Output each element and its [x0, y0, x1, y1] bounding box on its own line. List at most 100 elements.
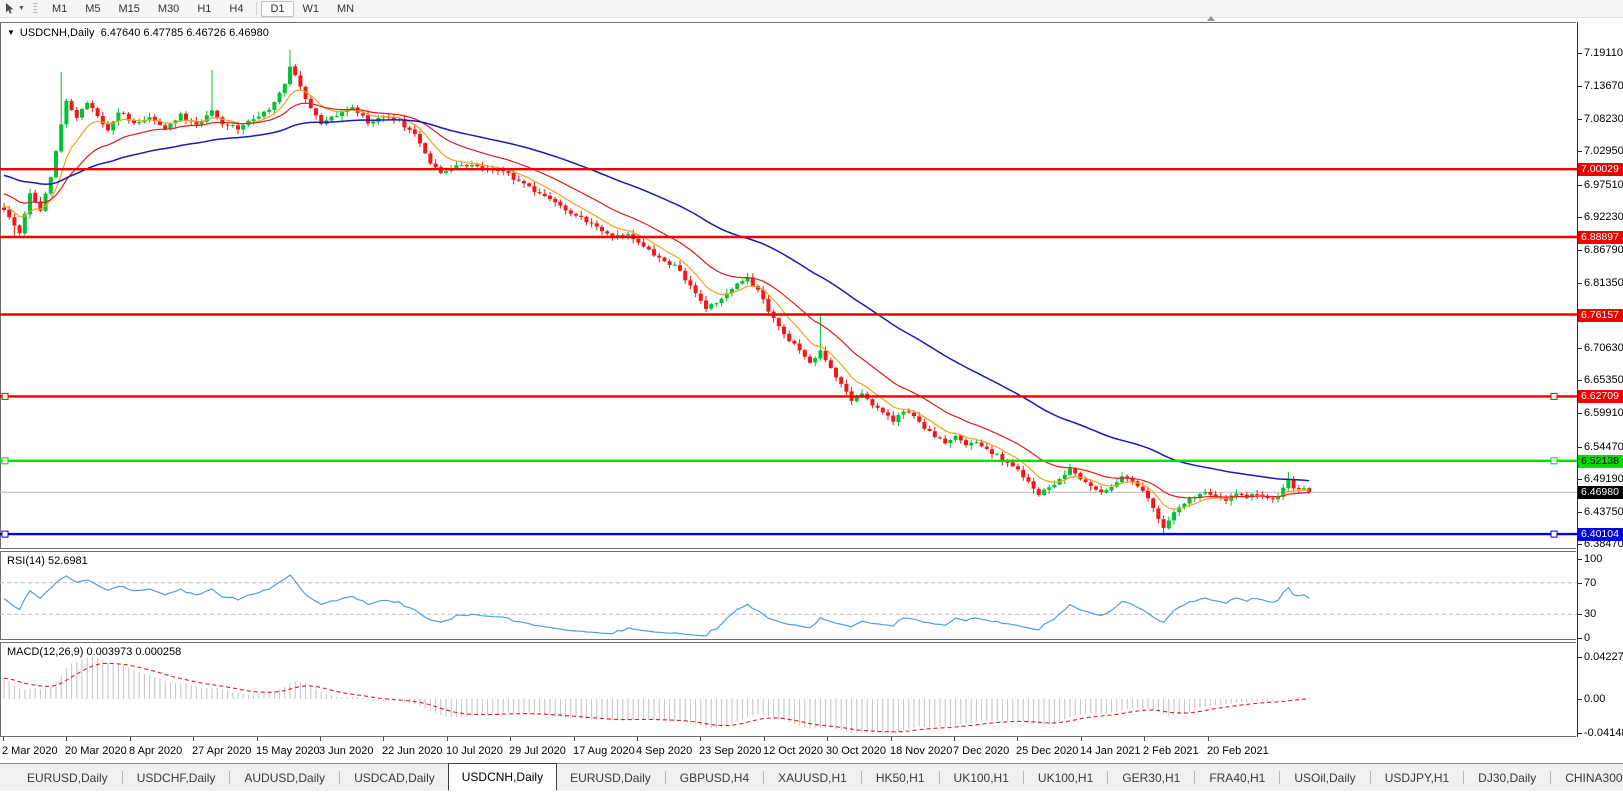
tab-separator [665, 771, 666, 784]
price-tick-label: 6.70630 [1584, 342, 1623, 354]
timeframe-button-w1[interactable]: W1 [294, 1, 329, 17]
date-tick-mark [827, 737, 828, 741]
main-chart-panel[interactable] [0, 22, 1576, 549]
tab-eurusd-daily[interactable]: EURUSD,Daily [14, 766, 121, 790]
bid-price-label: 6.46980 [1578, 486, 1623, 499]
price-tick-mark [1578, 185, 1582, 186]
price-tick-mark [1578, 217, 1582, 218]
tab-usdjpy-h1[interactable]: USDJPY,H1 [1372, 766, 1462, 790]
cursor-tool-icon[interactable] [3, 2, 16, 15]
tab-usdcnh-daily[interactable]: USDCNH,Daily [448, 763, 557, 791]
date-label: 8 Apr 2020 [129, 745, 182, 757]
timeframe-button-h1[interactable]: H1 [188, 1, 220, 17]
chart-tabs: EURUSD,DailyUSDCHF,DailyAUDUSD,DailyUSDC… [14, 764, 1623, 792]
rsi-tick-label: 0 [1584, 632, 1590, 644]
tab-xauusd-h1[interactable]: XAUUSD,H1 [765, 766, 860, 790]
price-tick-mark [1578, 86, 1582, 87]
chart-title: ▼USDCNH,Daily 6.47640 6.47785 6.46726 6.… [7, 27, 269, 39]
date-label: 29 Jul 2020 [509, 745, 566, 757]
rsi-panel[interactable] [0, 551, 1576, 640]
timeframe-button-h4[interactable]: H4 [220, 1, 252, 17]
macd-tick-label: 0.00 [1584, 693, 1605, 705]
tab-separator [939, 771, 940, 784]
rsi-tick-label: 30 [1584, 608, 1596, 620]
price-tick-mark [1578, 380, 1582, 381]
rsi-label: RSI(14) 52.6981 [7, 555, 88, 567]
price-tick-label: 7.08230 [1584, 113, 1623, 125]
price-tick-label: 7.02950 [1584, 145, 1623, 157]
timeframe-button-m5[interactable]: M5 [76, 1, 109, 17]
price-tick-mark [1578, 512, 1582, 513]
date-tick-mark [1017, 737, 1018, 741]
hline-price-label[interactable]: 6.62709 [1578, 390, 1623, 403]
date-tick-mark [700, 737, 701, 741]
date-label: 17 Aug 2020 [573, 745, 635, 757]
date-label: 20 Feb 2021 [1207, 745, 1269, 757]
timeframe-button-m1[interactable]: M1 [43, 1, 76, 17]
hline-price-label[interactable]: 6.88897 [1578, 231, 1623, 244]
toolbar-grip[interactable] [33, 3, 37, 15]
tab-uk100-h1[interactable]: UK100,H1 [1025, 766, 1106, 790]
date-tick-mark [954, 737, 955, 741]
tab-dj30-daily[interactable]: DJ30,Daily [1465, 766, 1549, 790]
tab-separator [763, 771, 764, 784]
price-tick-mark [1578, 250, 1582, 251]
tab-ger30-h1[interactable]: GER30,H1 [1109, 766, 1193, 790]
tab-hk50-h1[interactable]: HK50,H1 [863, 766, 938, 790]
rsi-tick-label: 70 [1584, 577, 1596, 589]
tab-separator [122, 771, 123, 784]
timeframe-button-m15[interactable]: M15 [110, 1, 149, 17]
date-label: 25 Dec 2020 [1016, 745, 1078, 757]
price-tick-mark [1578, 447, 1582, 448]
price-tick-label: 6.97510 [1584, 179, 1623, 191]
tab-separator [1463, 771, 1464, 784]
price-tick-label: 6.65350 [1584, 374, 1623, 386]
tab-eurusd-daily[interactable]: EURUSD,Daily [557, 766, 664, 790]
date-tick-mark [383, 737, 384, 741]
timeframe-button-mn[interactable]: MN [328, 1, 363, 17]
tab-fra40-h1[interactable]: FRA40,H1 [1196, 766, 1278, 790]
date-label: 3 Jun 2020 [319, 745, 373, 757]
price-tick-mark [1578, 53, 1582, 54]
timeframe-button-group: M1M5M15M30H1H4 D1W1MN [43, 1, 363, 17]
date-tick-mark [1208, 737, 1209, 741]
date-tick-mark [3, 737, 4, 741]
tab-usdcad-daily[interactable]: USDCAD,Daily [341, 766, 448, 790]
date-tick-mark [130, 737, 131, 741]
date-tick-mark [637, 737, 638, 741]
tab-separator [229, 771, 230, 784]
timeframe-button-m30[interactable]: M30 [149, 1, 188, 17]
tab-separator [1279, 771, 1280, 784]
date-tick-mark [574, 737, 575, 741]
rsi-tick-mark [1578, 583, 1582, 584]
macd-tick-label: 0.042275 [1584, 651, 1623, 663]
price-tick-label: 6.54470 [1584, 441, 1623, 453]
date-label: 14 Jan 2021 [1080, 745, 1141, 757]
date-label: 18 Nov 2020 [890, 745, 952, 757]
hline-price-label[interactable]: 6.76157 [1578, 309, 1623, 322]
tab-separator [1107, 771, 1108, 784]
tab-usdchf-daily[interactable]: USDCHF,Daily [124, 766, 229, 790]
tab-uk100-h1[interactable]: UK100,H1 [941, 766, 1022, 790]
hline-price-label[interactable]: 6.40104 [1578, 528, 1623, 541]
tab-china300-h1[interactable]: CHINA300,H1 [1552, 766, 1623, 790]
chart-tab-bar: EURUSD,DailyUSDCHF,DailyAUDUSD,DailyUSDC… [0, 763, 1623, 791]
cursor-tool-dropdown-icon[interactable]: ▼ [18, 5, 25, 12]
hline-price-label[interactable]: 6.52138 [1578, 455, 1623, 468]
timeframe-button-d1[interactable]: D1 [261, 1, 293, 17]
date-label: 12 Oct 2020 [763, 745, 823, 757]
price-tick-label: 6.49190 [1584, 473, 1623, 485]
tab-usoil-daily[interactable]: USOil,Daily [1281, 766, 1368, 790]
tab-audusd-daily[interactable]: AUDUSD,Daily [231, 766, 338, 790]
date-label: 10 Jul 2020 [446, 745, 503, 757]
macd-panel[interactable] [0, 642, 1576, 737]
date-label: 27 Apr 2020 [192, 745, 251, 757]
hline-price-label[interactable]: 7.00029 [1578, 163, 1623, 176]
price-tick-mark [1578, 479, 1582, 480]
macd-tick-mark [1578, 657, 1582, 658]
title-marker-icon[interactable]: ▼ [7, 28, 15, 37]
date-tick-mark [320, 737, 321, 741]
price-tick-label: 6.81350 [1584, 277, 1623, 289]
tab-gbpusd-h4[interactable]: GBPUSD,H4 [667, 766, 762, 790]
price-tick-label: 7.19110 [1584, 47, 1623, 59]
